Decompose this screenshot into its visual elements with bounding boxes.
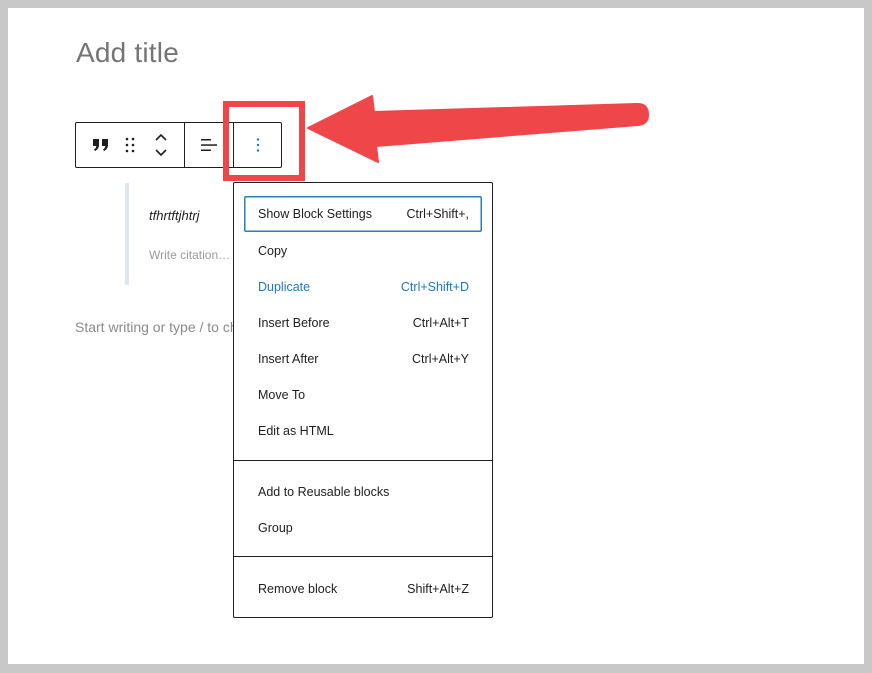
menu-item-show-block-settings[interactable]: Show Block Settings Ctrl+Shift+, (244, 196, 482, 232)
menu-item-label: Copy (258, 244, 288, 258)
annotation-highlight-box (223, 101, 305, 181)
menu-item-shortcut: Ctrl+Alt+T (412, 316, 469, 330)
block-options-menu: Show Block Settings Ctrl+Shift+, Copy Du… (233, 182, 493, 618)
menu-item-duplicate[interactable]: Duplicate Ctrl+Shift+D (244, 269, 482, 305)
menu-item-group[interactable]: Group (244, 510, 482, 546)
paragraph-placeholder[interactable]: Start writing or type / to choose a bloc… (75, 319, 234, 335)
menu-item-label: Remove block (258, 582, 338, 596)
chevron-up-down-icon (155, 133, 167, 157)
menu-item-insert-after[interactable]: Insert After Ctrl+Alt+Y (244, 341, 482, 377)
menu-item-copy[interactable]: Copy (244, 233, 482, 269)
quote-text[interactable]: tfhrtftjhtrj (149, 208, 200, 223)
post-title-input[interactable]: Add title (76, 37, 179, 69)
quote-citation-input[interactable]: Write citation… (149, 248, 230, 262)
menu-item-shortcut: Ctrl+Shift+, (406, 207, 469, 221)
menu-item-remove-block[interactable]: Remove block Shift+Alt+Z (244, 571, 482, 607)
menu-separator (234, 460, 492, 461)
menu-item-shortcut: Ctrl+Shift+D (400, 280, 469, 294)
menu-item-label: Group (258, 521, 293, 535)
menu-item-label: Insert Before (258, 316, 330, 330)
quote-border (125, 183, 129, 285)
menu-item-shortcut: Ctrl+Alt+Y (412, 352, 469, 366)
annotation-arrow-icon (307, 95, 649, 163)
menu-separator (234, 556, 492, 557)
menu-item-add-to-reusable-blocks[interactable]: Add to Reusable blocks (244, 474, 482, 510)
menu-item-label: Move To (258, 388, 306, 402)
move-up-down-button[interactable] (148, 123, 174, 167)
quote-icon (93, 139, 108, 151)
menu-item-edit-as-html[interactable]: Edit as HTML (244, 413, 482, 449)
menu-item-move-to[interactable]: Move To (244, 377, 482, 413)
menu-item-shortcut: Shift+Alt+Z (407, 582, 469, 596)
menu-item-label: Show Block Settings (258, 207, 372, 221)
drag-handle-button[interactable] (120, 123, 140, 167)
drag-handle-icon (125, 137, 135, 153)
quote-block-type-button[interactable] (76, 123, 126, 167)
align-left-icon (201, 139, 217, 151)
menu-item-label: Duplicate (258, 280, 311, 294)
menu-item-label: Add to Reusable blocks (258, 485, 390, 499)
menu-item-label: Edit as HTML (258, 424, 334, 438)
menu-item-insert-before[interactable]: Insert Before Ctrl+Alt+T (244, 305, 482, 341)
menu-item-label: Insert After (258, 352, 319, 366)
